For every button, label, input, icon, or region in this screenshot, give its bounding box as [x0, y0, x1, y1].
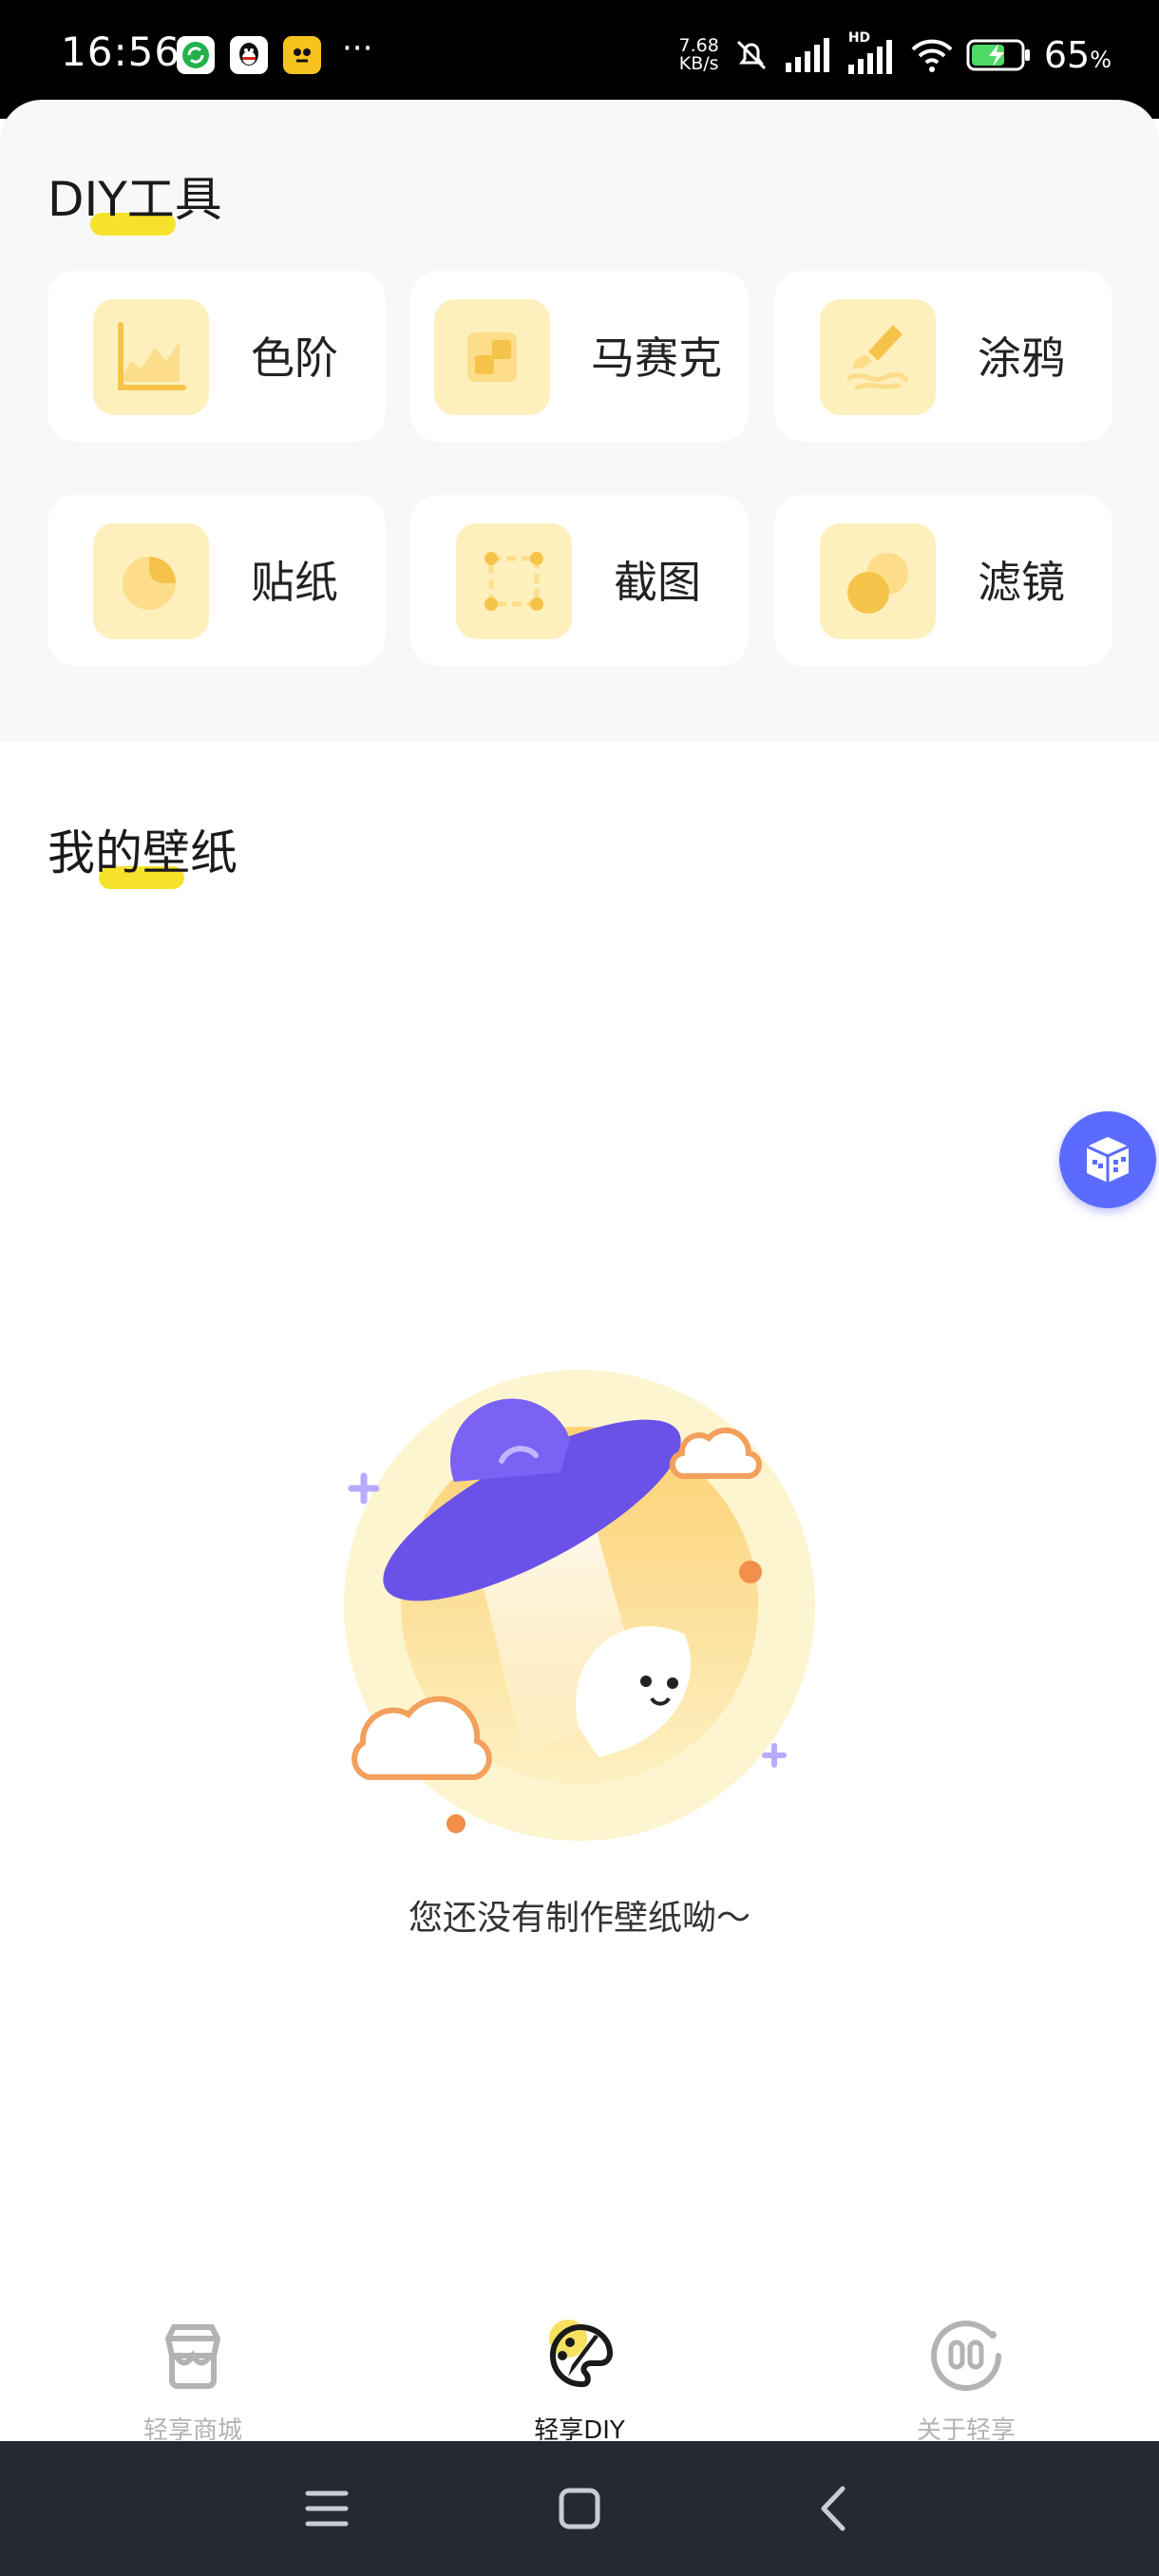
- diy-tools-panel: DIY工具 色阶 马赛克 涂鸦 贴纸 截图 滤镜: [0, 100, 1159, 742]
- app-notification-icon: [283, 36, 321, 74]
- home-button[interactable]: [546, 2475, 613, 2542]
- diy-tools-title: DIY工具: [48, 172, 222, 227]
- floating-cube-button[interactable]: [1059, 1111, 1156, 1208]
- hd-signal-icon: HD: [845, 30, 898, 76]
- tool-label: 马赛克: [591, 332, 722, 384]
- palette-icon: [542, 2318, 618, 2394]
- signal-icon: [785, 38, 829, 72]
- recent-apps-button[interactable]: [294, 2475, 360, 2542]
- status-system-icons: 7.68 KB/s HD 65%: [678, 30, 1112, 76]
- menu-icon: [305, 2491, 349, 2527]
- battery-charging-icon: [966, 39, 1030, 71]
- back-arrow-icon: [821, 2486, 846, 2531]
- my-wallpapers-title: 我的壁纸: [48, 825, 238, 881]
- nav-item-store[interactable]: 轻享商城: [69, 2318, 316, 2445]
- brush-icon: [820, 299, 936, 415]
- filter-icon: [820, 523, 936, 639]
- tool-label: 贴纸: [251, 557, 338, 608]
- tool-card-doodle[interactable]: 涂鸦: [774, 271, 1112, 442]
- nav-item-diy[interactable]: 轻享DIY: [456, 2318, 703, 2445]
- status-time: 16:56: [61, 28, 181, 75]
- store-icon: [155, 2318, 231, 2394]
- mosaic-icon: [434, 299, 550, 415]
- tool-card-sticker[interactable]: 贴纸: [48, 495, 386, 666]
- status-notification-icons: ···: [177, 29, 372, 74]
- smile-face-icon: [928, 2318, 1004, 2394]
- net-speed: 7.68 KB/s: [678, 35, 719, 74]
- cube-icon: [1086, 1137, 1130, 1183]
- bottom-navigation: 轻享商城 轻享DIY 关于轻享: [0, 2299, 1159, 2445]
- back-button[interactable]: [800, 2475, 866, 2542]
- qq-notification-icon: [230, 36, 268, 74]
- tool-card-mosaic[interactable]: 马赛克: [410, 271, 749, 442]
- empty-state-ufo-illustration: [342, 1368, 817, 1843]
- battery-level: 65%: [1043, 34, 1112, 76]
- system-navigation-bar: [0, 2441, 1159, 2576]
- tool-label: 色阶: [251, 332, 338, 384]
- tool-card-filter[interactable]: 滤镜: [774, 495, 1112, 666]
- home-square-icon: [559, 2488, 600, 2529]
- tool-label: 滤镜: [978, 557, 1065, 608]
- nav-item-about[interactable]: 关于轻享: [843, 2318, 1090, 2445]
- diy-page: 16:56 ··· 7.68 KB/s HD 65% DIY工具 色阶 马赛克 …: [0, 0, 1159, 2576]
- wechat-notification-icon: [177, 36, 215, 74]
- tool-card-levels[interactable]: 色阶: [48, 271, 386, 442]
- crop-icon: [456, 523, 572, 639]
- tool-label: 截图: [614, 557, 701, 608]
- tool-label: 涂鸦: [978, 332, 1065, 384]
- tool-card-screenshot[interactable]: 截图: [410, 495, 749, 666]
- levels-icon: [93, 299, 209, 415]
- wifi-icon: [911, 39, 953, 72]
- mute-icon: [736, 40, 766, 70]
- empty-state-message: 您还没有制作壁纸呦～: [408, 1899, 750, 1938]
- more-notifications-icon: ···: [342, 29, 373, 67]
- sticker-icon: [93, 523, 209, 639]
